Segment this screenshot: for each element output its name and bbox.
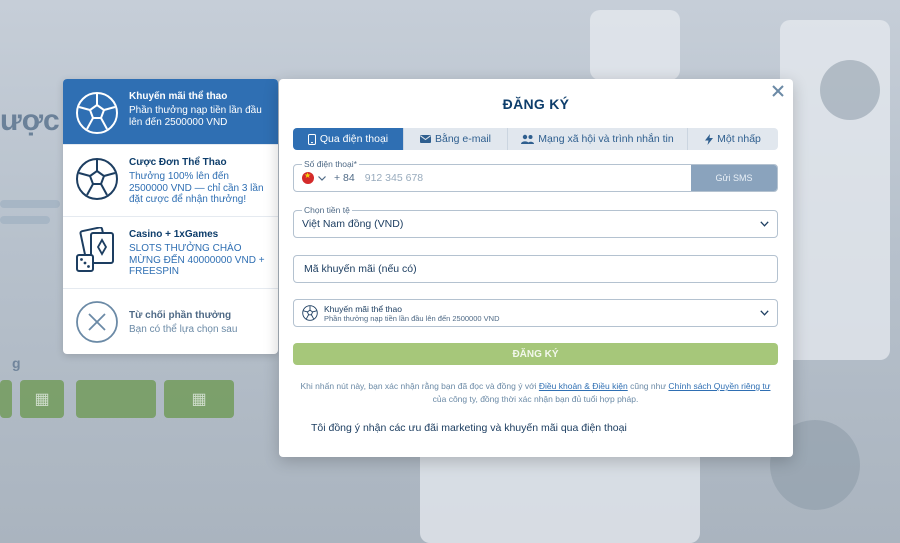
vietnam-flag-icon[interactable] (302, 171, 314, 184)
tab-label: Mạng xã hội và trình nhắn tin (538, 133, 674, 145)
soccer-ball-icon (302, 305, 318, 321)
phone-field: Số điện thoại* + 84 Gửi SMS (293, 159, 778, 192)
terms-text: Khi nhấn nút này, bạn xác nhận rằng bạn … (300, 381, 539, 391)
currency-select-label: Chọn tiền tệ (302, 205, 352, 215)
privacy-policy-link[interactable]: Chính sách Quyền riêng tư (668, 381, 770, 391)
bonus-option-description: Phần thưởng nạp tiền lần đầu lên đến 250… (129, 105, 262, 128)
phone-field-label: Số điện thoại* (302, 159, 359, 169)
bonus-option-single-bet[interactable]: Cược Đơn Thể Thao Thưởng 100% lên đến 25… (63, 145, 278, 217)
background-device (590, 10, 680, 80)
terms-notice: Khi nhấn nút này, bạn xác nhận rằng bạn … (293, 380, 778, 406)
terms-text: của công ty, đồng thời xác nhận bạn đủ t… (432, 394, 639, 404)
bonus-panel: Khuyến mãi thể thao Phần thưởng nạp tiền… (63, 79, 278, 354)
soccer-ball-icon (73, 155, 121, 203)
tab-phone[interactable]: Qua điện thoại (293, 128, 404, 150)
tab-label: Bằng e-mail (434, 133, 492, 145)
marketing-consent-option[interactable]: Tôi đồng ý nhận các ưu đãi marketing và … (311, 422, 627, 434)
people-icon (521, 134, 535, 144)
send-sms-button[interactable]: Gửi SMS (691, 165, 777, 191)
background-windows-button: ▦ (20, 380, 64, 418)
bonus-option-title: Khuyến mãi thể thao (129, 91, 228, 102)
background-button (0, 380, 12, 418)
modal-title: ĐĂNG KÝ (502, 96, 570, 112)
terms-text: cũng như (627, 381, 669, 391)
background-apple-button (76, 380, 156, 418)
bonus-option-description: SLOTS THƯỞNG CHÀO MỪNG ĐẾN 40000000 VND … (129, 243, 265, 277)
soccer-ball-icon (73, 89, 121, 137)
bonus-option-title: Casino + 1xGames (129, 229, 219, 240)
bonus-option-description: Bạn có thể lựa chọn sau (129, 324, 238, 336)
decline-x-icon (73, 298, 121, 346)
chevron-down-icon (760, 310, 769, 316)
bonus-select-title: Khuyến mãi thể thao (324, 303, 402, 314)
phone-icon (307, 133, 316, 145)
bonus-option-title: Cược Đơn Thể Thao (129, 157, 227, 168)
register-button[interactable]: ĐĂNG KÝ (293, 343, 778, 365)
background-android-button: ▦ (164, 380, 234, 418)
chevron-down-icon (760, 221, 769, 227)
tab-label: Qua điện thoại (319, 133, 389, 145)
promo-code-input[interactable] (294, 256, 777, 282)
background-text-line (0, 200, 60, 208)
background-text: g (12, 355, 21, 371)
envelope-icon (419, 135, 431, 143)
bonus-select-description: Phần thưởng nạp tiền lần đầu lên đến 250… (324, 313, 500, 323)
chevron-down-icon[interactable] (318, 175, 326, 181)
bonus-option-title: Từ chối phần thưởng (129, 310, 232, 322)
bonus-select[interactable]: Khuyến mãi thể thao Phần thưởng nạp tiền… (293, 299, 778, 327)
cards-dice-icon (73, 227, 121, 275)
registration-modal: ĐĂNG KÝ Qua điện thoại Bằng e-mail Mạng (279, 79, 793, 457)
terms-link[interactable]: Điều khoản & Điều kiện (539, 381, 628, 391)
country-code: + 84 (334, 172, 355, 184)
bonus-option-decline[interactable]: Từ chối phần thưởng Bạn có thể lựa chọn … (63, 289, 278, 354)
tab-one-click[interactable]: Một nhấp (688, 128, 778, 150)
background-text-line (0, 216, 50, 224)
bonus-option-description: Thưởng 100% lên đến 2500000 VND — chỉ cầ… (129, 171, 264, 205)
background-ball (820, 60, 880, 120)
lightning-icon (705, 133, 714, 145)
marketing-consent-label: Tôi đồng ý nhận các ưu đãi marketing và … (311, 422, 627, 434)
registration-method-tabs: Qua điện thoại Bằng e-mail Mạng xã hội v… (293, 128, 778, 150)
phone-input[interactable] (364, 172, 665, 184)
currency-select[interactable]: Chọn tiền tệ Việt Nam đồng (VND) (293, 205, 778, 238)
tab-email[interactable]: Bằng e-mail (404, 128, 508, 150)
currency-select-value: Việt Nam đồng (VND) (302, 218, 404, 230)
tab-social[interactable]: Mạng xã hội và trình nhắn tin (508, 128, 688, 150)
bonus-option-sports[interactable]: Khuyến mãi thể thao Phần thưởng nạp tiền… (63, 79, 278, 145)
tab-label: Một nhấp (717, 133, 761, 145)
bonus-option-casino[interactable]: Casino + 1xGames SLOTS THƯỞNG CHÀO MỪNG … (63, 217, 278, 289)
promo-code-field (293, 255, 778, 283)
